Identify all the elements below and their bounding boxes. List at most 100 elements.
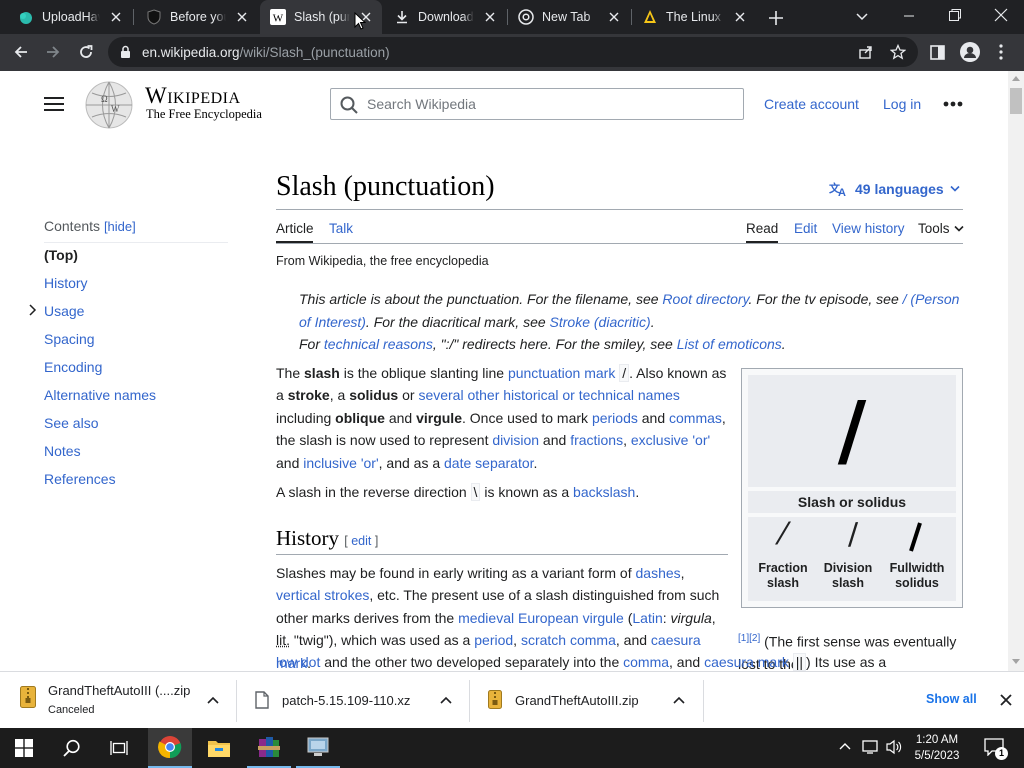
punctuation-mark-link[interactable]: punctuation mark [508, 365, 615, 381]
technical-reasons-link[interactable]: technical reasons [324, 336, 433, 352]
folder-icon [208, 741, 230, 757]
tab-uploadhaven[interactable]: UploadHaven [8, 0, 132, 34]
restore-icon [949, 9, 961, 21]
periods-link[interactable]: periods [592, 410, 638, 426]
search-input[interactable] [367, 95, 727, 113]
more-options-icon[interactable] [943, 101, 963, 107]
close-downloads-bar-icon[interactable] [1000, 694, 1012, 706]
toc-item-references[interactable]: References [44, 471, 116, 487]
reload-button[interactable] [78, 44, 94, 60]
chrome-taskbar-button[interactable] [148, 728, 192, 768]
close-tab-icon[interactable] [606, 9, 622, 25]
address-bar[interactable]: en.wikipedia.org/wiki/Slash_(punctuation… [108, 37, 918, 67]
download-item-gta3-canceled[interactable]: GrandTheftAutoIII (....zip Canceled [0, 672, 236, 729]
scroll-up-arrow-icon[interactable] [1012, 75, 1020, 81]
medieval-virgule-link[interactable]: medieval European virgule [458, 610, 624, 626]
toc-item-top[interactable]: (Top) [44, 247, 78, 263]
chevron-up-icon[interactable] [440, 696, 452, 704]
show-hidden-icons-chevron[interactable] [839, 742, 851, 750]
division-link[interactable]: division [492, 432, 539, 448]
latin-link[interactable]: Latin [632, 610, 662, 626]
toc-hide-link[interactable]: [hide] [104, 219, 136, 234]
back-button[interactable] [13, 44, 29, 60]
toc-item-see-also[interactable]: See also [44, 415, 98, 431]
tab-before-you[interactable]: Before you [136, 0, 258, 34]
chevron-up-icon[interactable] [207, 696, 219, 704]
languages-button[interactable]: 文A 49 languages [829, 181, 960, 197]
root-directory-link[interactable]: Root directory [662, 291, 748, 307]
fractions-link[interactable]: fractions [570, 432, 623, 448]
share-icon[interactable] [858, 44, 874, 60]
file-explorer-button[interactable] [197, 728, 241, 768]
vertical-strokes-link[interactable]: vertical strokes [276, 587, 369, 603]
toc-item-history[interactable]: History [44, 275, 88, 291]
start-button[interactable] [2, 728, 46, 768]
toc-item-alternative-names[interactable]: Alternative names [44, 387, 156, 403]
download-item-kernel-patch[interactable]: patch-5.15.109-110.xz [237, 672, 469, 729]
tab-talk[interactable]: Talk [329, 221, 353, 236]
tab-linux-kernel[interactable]: The Linux Kernel [632, 0, 756, 34]
lock-icon[interactable] [120, 45, 131, 59]
dashes-link[interactable]: dashes [636, 565, 681, 581]
download-item-gta3-zip[interactable]: GrandTheftAutoIII.zip [470, 672, 703, 729]
history-edit-link[interactable]: edit [351, 534, 371, 548]
winrar-taskbar-button[interactable] [247, 728, 291, 768]
log-in-link[interactable]: Log in [883, 96, 921, 112]
toc-item-usage[interactable]: Usage [44, 303, 84, 319]
caesura-mark-link-2[interactable]: caesura mark [704, 654, 789, 670]
volume-icon[interactable] [886, 739, 902, 755]
scroll-down-arrow-icon[interactable] [1012, 659, 1020, 665]
task-view-button[interactable] [97, 728, 141, 768]
wikipedia-wordmark[interactable]: Wikipedia [145, 83, 241, 109]
tab-search-button[interactable] [855, 9, 869, 23]
close-tab-icon[interactable] [234, 9, 250, 25]
reference-superscript[interactable]: [1][2] [738, 633, 760, 644]
system-app-taskbar-button[interactable] [296, 728, 340, 768]
backslash-link[interactable]: backslash [573, 484, 635, 500]
toc-item-encoding[interactable]: Encoding [44, 359, 102, 375]
close-tab-icon[interactable] [482, 9, 498, 25]
search-taskbar-button[interactable] [50, 728, 94, 768]
exclusive-or-link[interactable]: exclusive 'or' [631, 432, 710, 448]
stroke-diacritic-link[interactable]: Stroke (diacritic) [550, 314, 651, 330]
show-all-downloads-link[interactable]: Show all [926, 692, 977, 706]
tab-downloads[interactable]: Downloads [384, 0, 506, 34]
low-dot-link[interactable]: low dot [276, 654, 320, 670]
toc-item-notes[interactable]: Notes [44, 443, 81, 459]
forward-button[interactable] [45, 44, 61, 60]
profile-avatar[interactable] [960, 42, 980, 62]
bookmark-star-icon[interactable] [890, 44, 906, 60]
toc-expand-chevron-icon[interactable] [29, 304, 37, 316]
search-box[interactable] [330, 88, 744, 120]
toc-item-spacing[interactable]: Spacing [44, 331, 95, 347]
tab-view-history[interactable]: View history [832, 221, 905, 236]
minimize-button[interactable] [902, 9, 916, 23]
inclusive-or-link[interactable]: inclusive 'or' [303, 455, 378, 471]
chevron-up-icon[interactable] [673, 696, 685, 704]
close-tab-icon[interactable] [732, 9, 748, 25]
tab-edit[interactable]: Edit [794, 221, 817, 236]
side-panel-icon[interactable] [930, 45, 945, 60]
main-menu-icon[interactable] [44, 96, 64, 112]
other-names-link[interactable]: several other historical or technical na… [418, 387, 679, 403]
close-tab-icon[interactable] [108, 9, 124, 25]
tab-article[interactable]: Article [276, 221, 314, 236]
date-separator-link[interactable]: date separator [444, 455, 534, 471]
commas-link[interactable]: commas [669, 410, 722, 426]
close-window-button[interactable] [993, 7, 1009, 23]
comma-link[interactable]: comma [623, 654, 669, 670]
clock[interactable]: 1:20 AM 5/5/2023 [910, 732, 964, 764]
tools-dropdown[interactable]: Tools [918, 221, 964, 236]
wikipedia-globe-logo[interactable]: ΩW [84, 80, 134, 130]
tab-new-tab[interactable]: New Tab [508, 0, 630, 34]
scroll-thumb[interactable] [1010, 88, 1022, 114]
network-icon[interactable] [862, 739, 880, 755]
create-account-link[interactable]: Create account [764, 96, 859, 112]
kebab-menu-icon[interactable] [999, 44, 1003, 60]
tab-read[interactable]: Read [746, 221, 778, 236]
page-scrollbar[interactable] [1008, 71, 1024, 671]
restore-button[interactable] [948, 8, 962, 22]
notifications-button[interactable]: 1 [984, 738, 1008, 760]
new-tab-button[interactable] [766, 8, 786, 28]
emoticons-link[interactable]: List of emoticons [677, 336, 782, 352]
